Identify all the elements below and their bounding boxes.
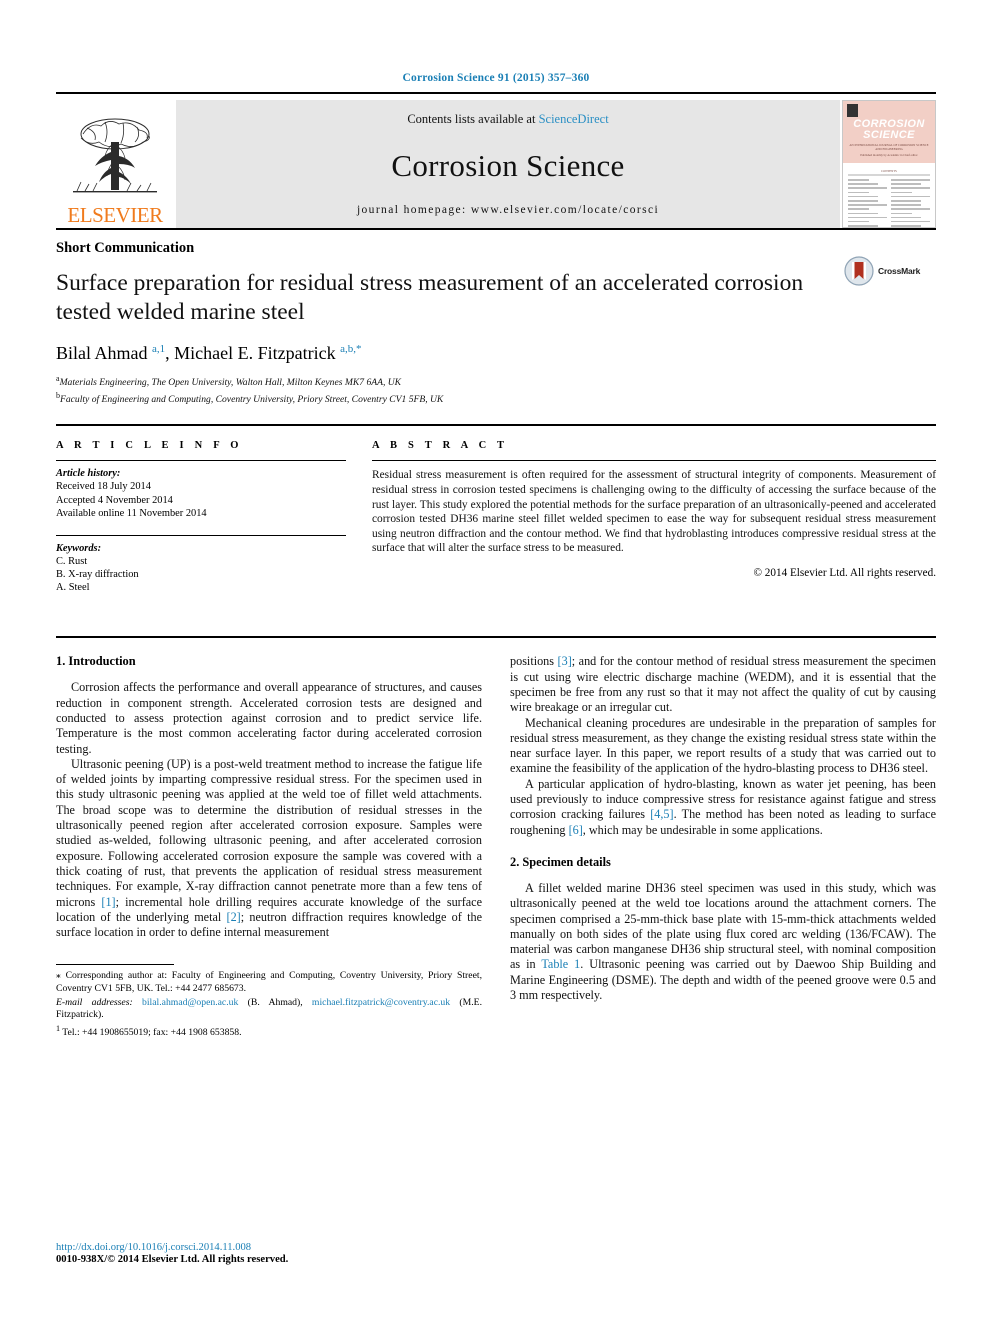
running-head: Corrosion Science 91 (2015) 357–360 [402,72,590,84]
footnote-rule [56,964,174,966]
paragraph: Mechanical cleaning procedures are undes… [510,715,936,776]
abstract-text: Residual stress measurement is often req… [372,469,936,555]
elsevier-wordmark: ELSEVIER [67,203,163,227]
cover-title-line2: SCIENCE [863,129,915,141]
abstract-column: A B S T R A C T Residual stress measurem… [372,440,936,618]
abstract-divider [372,460,936,462]
footnote-note-1: 1 Tel.: +44 1908655019; fax: +44 1908 65… [56,1023,482,1039]
info-divider-bottom [56,534,346,536]
masthead-center: Contents lists available at ScienceDirec… [176,100,840,228]
journal-masthead: ELSEVIER Contents lists available at Sci… [56,92,936,228]
footnote-emails: E-mail addresses: bilal.ahmad@open.ac.uk… [56,997,482,1021]
table-1-link[interactable]: Table 1 [541,957,580,971]
keyword-item: A. Steel [56,582,90,594]
page-title: Surface preparation for residual stress … [56,270,804,325]
section-heading-specimen-details: 2. Specimen details [510,854,611,869]
author-list: Bilal Ahmad a,1, Michael E. Fitzpatrick … [56,343,936,364]
journal-cover-thumbnail[interactable]: CORROSION SCIENCE AN INTERNATIONAL JOURN… [842,100,936,228]
affiliation-a-text: Materials Engineering, The Open Universi… [59,377,402,389]
footnote-text: Corresponding author at: Faculty of Engi… [56,970,482,994]
cover-publisher-icon [847,104,858,117]
crossmark-label: CrossMark [878,266,921,276]
cover-toc-col-right [891,179,930,227]
cover-strapline: AN INTERNATIONAL JOURNAL OF CORROSION SC… [849,143,929,151]
footnotes-block: ⁎ Corresponding author at: Faculty of En… [56,960,482,1039]
affiliation-a: aMaterials Engineering, The Open Univers… [56,373,936,390]
left-column-content: 1. Introduction Corrosion affects the pe… [56,654,482,1124]
elsevier-logo: ELSEVIER [56,100,174,228]
author-names: Bilal Ahmad a,1, Michael E. Fitzpatrick … [56,343,362,363]
info-abstract-band: A R T I C L E I N F O Article history: R… [56,424,936,618]
paragraph: A fillet welded marine DH36 steel specim… [510,881,936,1003]
email-owner-1: (B. Ahmad), [238,996,312,1008]
contents-prefix: Contents lists available at [407,112,539,126]
article-page: Corrosion Science 91 (2015) 357–360 ELSE… [0,0,992,1323]
paragraph: Ultrasonic peening (UP) is a post-weld t… [56,757,482,941]
cover-contents-label: CONTENTS [881,169,897,173]
citation-ref-2[interactable]: [2] [227,910,241,924]
article-type: Short Communication [56,240,195,256]
abstract-copyright: © 2014 Elsevier Ltd. All rights reserved… [753,566,937,579]
cover-toc-col-left [848,179,887,227]
doi-link[interactable]: http://dx.doi.org/10.1016/j.corsci.2014.… [56,1242,288,1253]
affiliation-b: bFaculty of Engineering and Computing, C… [56,390,936,407]
available-online-date: Available online 11 November 2014 [56,508,207,520]
crossmark-icon [844,256,874,286]
paragraph: Corrosion affects the performance and ov… [56,680,482,756]
info-divider-top [56,460,346,462]
footer-block: http://dx.doi.org/10.1016/j.corsci.2014.… [56,1242,288,1265]
received-date: Received 18 July 2014 [56,481,151,493]
paragraph: positions [3]; and for the contour metho… [510,654,936,715]
article-info-column: A R T I C L E I N F O Article history: R… [56,440,346,618]
right-column: positions [3]; and for the contour metho… [510,654,936,1124]
keywords-label: Keywords: [56,542,102,554]
journal-title: Corrosion Science [391,147,625,183]
paragraph-part: ; and for the contour method of residual… [510,654,936,715]
keyword-item: B. X-ray diffraction [56,569,139,580]
title-block: Short Communication Surface preparation … [56,228,936,406]
citation-ref-4-5[interactable]: [4,5] [650,807,673,821]
section-heading-introduction: 1. Introduction [56,654,136,669]
citation-ref-6[interactable]: [6] [569,823,583,837]
paragraph-part: , which may be undesirable in some appli… [582,822,823,837]
cover-divider [848,174,930,176]
cover-toc-columns [848,179,930,227]
paragraph-part: Ultrasonic peening (UP) is a post-weld t… [56,756,482,909]
body-columns: 1. Introduction Corrosion affects the pe… [56,636,936,1124]
paragraph-part: positions [510,654,558,669]
article-history-label: Article history: [56,468,121,480]
email-link-2[interactable]: michael.fitzpatrick@coventry.ac.uk [312,997,450,1008]
citation-ref-3[interactable]: [3] [558,654,572,668]
contents-available-line: Contents lists available at ScienceDirec… [407,112,608,127]
paragraph: A particular application of hydro-blasti… [510,777,936,838]
affiliation-b-text: Faculty of Engineering and Computing, Co… [60,393,444,405]
accepted-date: Accepted 4 November 2014 [56,494,173,506]
elsevier-tree-icon [73,118,157,193]
cover-contents-area: CONTENTS [843,163,935,227]
crossmark-badge[interactable]: CrossMark [844,256,936,286]
footnote-corresponding-author: ⁎ Corresponding author at: Faculty of En… [56,970,482,994]
footnote-note-1-text: Tel.: +44 1908655019; fax: +44 1908 6538… [60,1027,242,1039]
cover-header: CORROSION SCIENCE AN INTERNATIONAL JOURN… [843,101,935,163]
keywords-block: Keywords: C. Rust B. X-ray diffraction A… [56,534,346,595]
abstract-heading: A B S T R A C T [372,440,509,452]
cover-editors: Published monthly by Academic in Chief e… [860,153,918,157]
email-label: E-mail addresses: [56,996,133,1008]
left-column: 1. Introduction Corrosion affects the pe… [56,654,482,1124]
sciencedirect-link[interactable]: ScienceDirect [539,112,609,126]
email-link-1[interactable]: bilal.ahmad@open.ac.uk [142,997,238,1008]
citation-ref-1[interactable]: [1] [101,895,115,909]
issn-copyright-line: 0010-938X/© 2014 Elsevier Ltd. All right… [56,1254,289,1265]
keyword-item: C. Rust [56,555,88,567]
journal-homepage[interactable]: journal homepage: www.elsevier.com/locat… [357,204,659,216]
article-info-heading: A R T I C L E I N F O [56,440,243,452]
